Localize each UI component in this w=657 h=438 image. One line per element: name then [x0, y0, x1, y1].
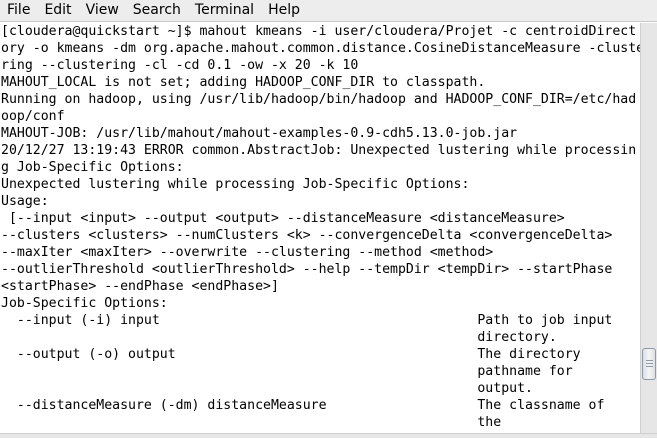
terminal-line: oop/conf	[1, 109, 65, 124]
menu-file[interactable]: File	[0, 0, 37, 22]
terminal-line: pathname for	[1, 364, 573, 379]
terminal-line: --maxIter <maxIter> --overwrite --cluste…	[1, 245, 494, 260]
grip-line	[646, 360, 653, 361]
window-bottom-edge	[0, 433, 657, 438]
terminal-line: --outlierThreshold <outlierThreshold> --…	[1, 262, 613, 277]
grip-line	[646, 366, 653, 367]
terminal-line: MAHOUT_LOCAL is not set; adding HADOOP_C…	[1, 75, 486, 90]
menu-help[interactable]: Help	[261, 0, 307, 22]
vertical-scrollbar[interactable]	[640, 23, 657, 433]
terminal-line: Unexpected lustering while processing Jo…	[1, 177, 470, 192]
terminal-line: --input (-i) input Path to job input	[1, 313, 613, 328]
terminal-line: 20/12/27 13:19:43 ERROR common.AbstractJ…	[1, 143, 637, 158]
terminal-line: ory -o kmeans -dm org.apache.mahout.comm…	[1, 41, 640, 56]
grip-line	[646, 363, 653, 364]
terminal-line: directory.	[1, 330, 557, 345]
terminal-output[interactable]: [cloudera@quickstart ~]$ mahout kmeans -…	[0, 23, 640, 433]
menu-bar: File Edit View Search Terminal Help	[0, 0, 657, 22]
terminal-line: [cloudera@quickstart ~]$ mahout kmeans -…	[1, 24, 637, 39]
terminal-line: <startPhase> --endPhase <endPhase>]	[1, 279, 279, 294]
terminal-line: ring --clustering -cl -cd 0.1 -ow -x 20 …	[1, 58, 359, 73]
terminal-line: --distanceMeasure (-dm) distanceMeasure …	[1, 398, 605, 413]
menu-search[interactable]: Search	[126, 0, 188, 22]
terminal-line: MAHOUT-JOB: /usr/lib/mahout/mahout-examp…	[1, 126, 518, 141]
terminal-line: --output (-o) output The directory	[1, 347, 581, 362]
terminal-line: --clusters <clusters> --numClusters <k> …	[1, 228, 613, 243]
scrollbar-thumb[interactable]	[642, 348, 656, 380]
terminal-line: g Job-Specific Options:	[1, 160, 184, 175]
menu-terminal[interactable]: Terminal	[188, 0, 261, 22]
terminal-line: Job-Specific Options:	[1, 296, 168, 311]
terminal-line: [--input <input> --output <output> --dis…	[1, 211, 565, 226]
menu-view[interactable]: View	[79, 0, 126, 22]
terminal-line: Usage:	[1, 194, 49, 209]
terminal-line: output.	[1, 381, 533, 396]
menu-edit[interactable]: Edit	[37, 0, 78, 22]
terminal-line: the	[1, 415, 502, 430]
terminal-line: Running on hadoop, using /usr/lib/hadoop…	[1, 92, 637, 107]
